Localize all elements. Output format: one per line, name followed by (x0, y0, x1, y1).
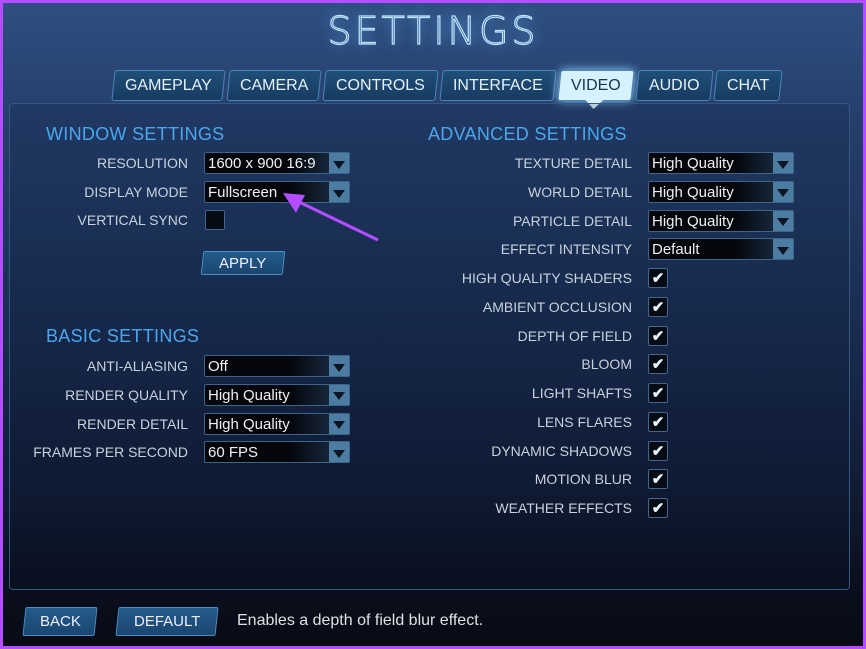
settings-screen: SETTINGS GAMEPLAY CAMERA CONTROLS INTERFACE… (3, 3, 863, 646)
annotation-arrow-icon (283, 193, 379, 242)
